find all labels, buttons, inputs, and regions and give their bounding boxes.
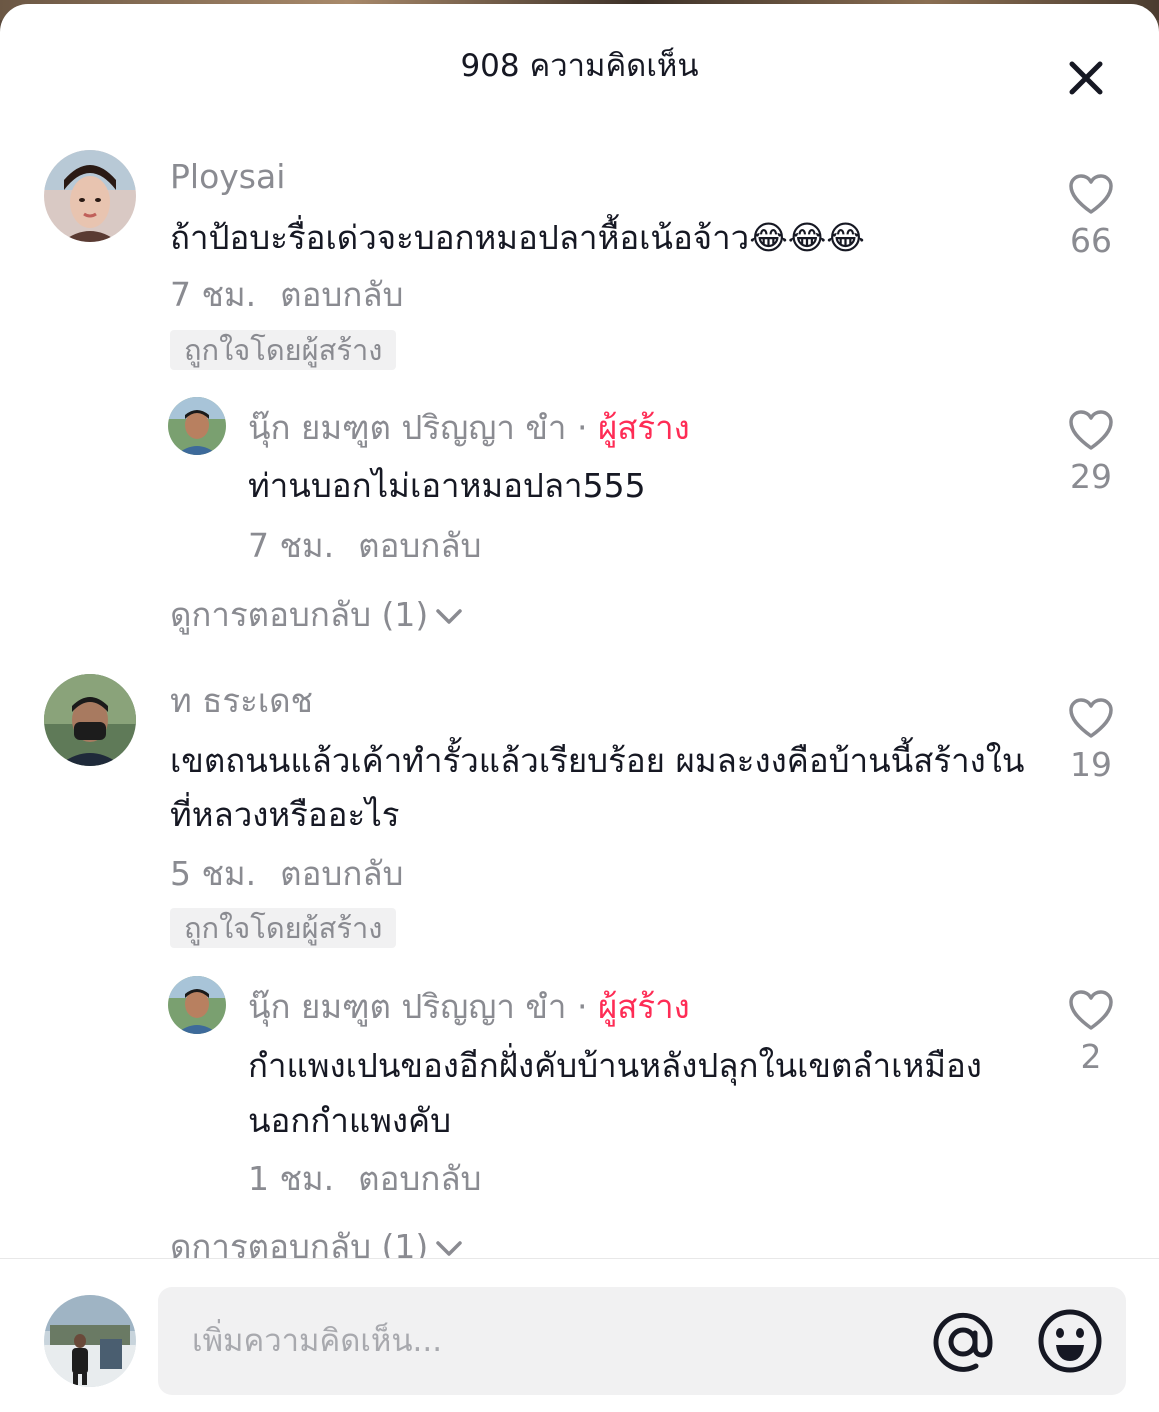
reply-button[interactable]: ตอบกลับ — [358, 526, 481, 565]
comment-username[interactable]: Ploysai — [170, 156, 285, 198]
like-count: 2 — [1080, 1037, 1102, 1076]
like-count: 19 — [1070, 745, 1112, 784]
comment-input-box — [158, 1287, 1126, 1395]
like-button[interactable]: 19 — [1061, 696, 1121, 786]
heart-icon — [1069, 174, 1113, 214]
liked-by-creator-badge: ถูกใจโดยผู้สร้าง — [170, 908, 397, 948]
chevron-down-icon — [436, 1240, 462, 1256]
close-icon[interactable] — [1062, 54, 1110, 102]
comment-text-line1: เขตถนนแล้วเค้าทำรั้วแล้วเรียบร้อย ผมละงง… — [170, 741, 1025, 780]
reply-username[interactable]: นุ๊ก ยมฑูต ปริญญา ขำ — [248, 408, 566, 447]
like-count: 66 — [1070, 221, 1112, 260]
like-button[interactable]: 2 — [1061, 988, 1121, 1078]
chevron-down-icon — [436, 608, 462, 624]
creator-tag: ผู้สร้าง — [597, 408, 690, 447]
avatar[interactable] — [44, 674, 136, 766]
view-replies-label: ดูการตอบกลับ (1) — [170, 1227, 429, 1258]
like-button[interactable]: 66 — [1061, 172, 1121, 262]
view-replies-button[interactable]: ดูการตอบกลับ (1) — [170, 1226, 464, 1258]
comments-sheet: 908 ความคิดเห็น Ploysai ถ้าป้อบะรื่อเด่ว… — [0, 4, 1159, 1412]
comment-meta: 7 ชม. ตอบกลับ — [170, 274, 404, 316]
reply-text-line2: นอกกำแพงคับ — [248, 1101, 452, 1140]
avatar[interactable] — [168, 976, 226, 1034]
liked-by-creator-badge: ถูกใจโดยผู้สร้าง — [170, 330, 397, 370]
view-replies-button[interactable]: ดูการตอบกลับ (1) — [170, 594, 464, 636]
reply-time: 1 ชม. — [248, 1159, 335, 1198]
emoji-icon[interactable] — [1036, 1307, 1104, 1375]
avatar[interactable] — [168, 397, 226, 455]
reply-button[interactable]: ตอบกลับ — [280, 854, 403, 893]
avatar[interactable] — [44, 150, 136, 242]
heart-icon — [1069, 698, 1113, 738]
reply-username-line: นุ๊ก ยมฑูต ปริญญา ขำ · ผู้สร้าง — [248, 986, 690, 1028]
comment-username[interactable]: ท ธระเดช — [170, 680, 313, 722]
comment-input[interactable] — [192, 1311, 912, 1371]
reply-text: ท่านบอกไม่เอาหมอปลา555 — [248, 466, 646, 505]
creator-tag: ผู้สร้าง — [597, 987, 690, 1026]
comments-header: 908 ความคิดเห็น — [0, 4, 1159, 122]
heart-icon — [1069, 990, 1113, 1030]
reply-username[interactable]: นุ๊ก ยมฑูต ปริญญา ขำ — [248, 987, 566, 1026]
like-button[interactable]: 29 — [1061, 408, 1121, 498]
comment-composer — [0, 1258, 1159, 1412]
like-count: 29 — [1070, 457, 1112, 496]
comment-text: ถ้าป้อบะรื่อเด่วจะบอกหมอปลาหื้อเน้อจ้าว😂… — [170, 218, 865, 257]
separator-dot: · — [576, 987, 588, 1026]
reply-meta: 7 ชม. ตอบกลับ — [248, 525, 482, 567]
comment-time: 5 ชม. — [170, 854, 257, 893]
comments-count-title: 908 ความคิดเห็น — [460, 48, 699, 84]
separator-dot: · — [576, 408, 588, 447]
comments-list: Ploysai ถ้าป้อบะรื่อเด่วจะบอกหมอปลาหื้อเ… — [0, 122, 1159, 1258]
view-replies-label: ดูการตอบกลับ (1) — [170, 595, 429, 634]
comment-meta: 5 ชม. ตอบกลับ — [170, 853, 404, 895]
reply-button[interactable]: ตอบกลับ — [358, 1159, 481, 1198]
reply-time: 7 ชม. — [248, 526, 335, 565]
my-avatar — [44, 1295, 136, 1387]
reply-button[interactable]: ตอบกลับ — [280, 275, 403, 314]
heart-icon — [1069, 410, 1113, 450]
reply-text-line1: กำแพงเปนของอีกฝั่งคับบ้านหลังปลุกในเขตลำ… — [248, 1046, 982, 1085]
comment-time: 7 ชม. — [170, 275, 257, 314]
at-icon[interactable] — [930, 1309, 996, 1375]
reply-meta: 1 ชม. ตอบกลับ — [248, 1158, 482, 1200]
reply-username-line: นุ๊ก ยมฑูต ปริญญา ขำ · ผู้สร้าง — [248, 407, 690, 449]
comment-text-line2: ที่หลวงหรืออะไร — [170, 795, 400, 834]
